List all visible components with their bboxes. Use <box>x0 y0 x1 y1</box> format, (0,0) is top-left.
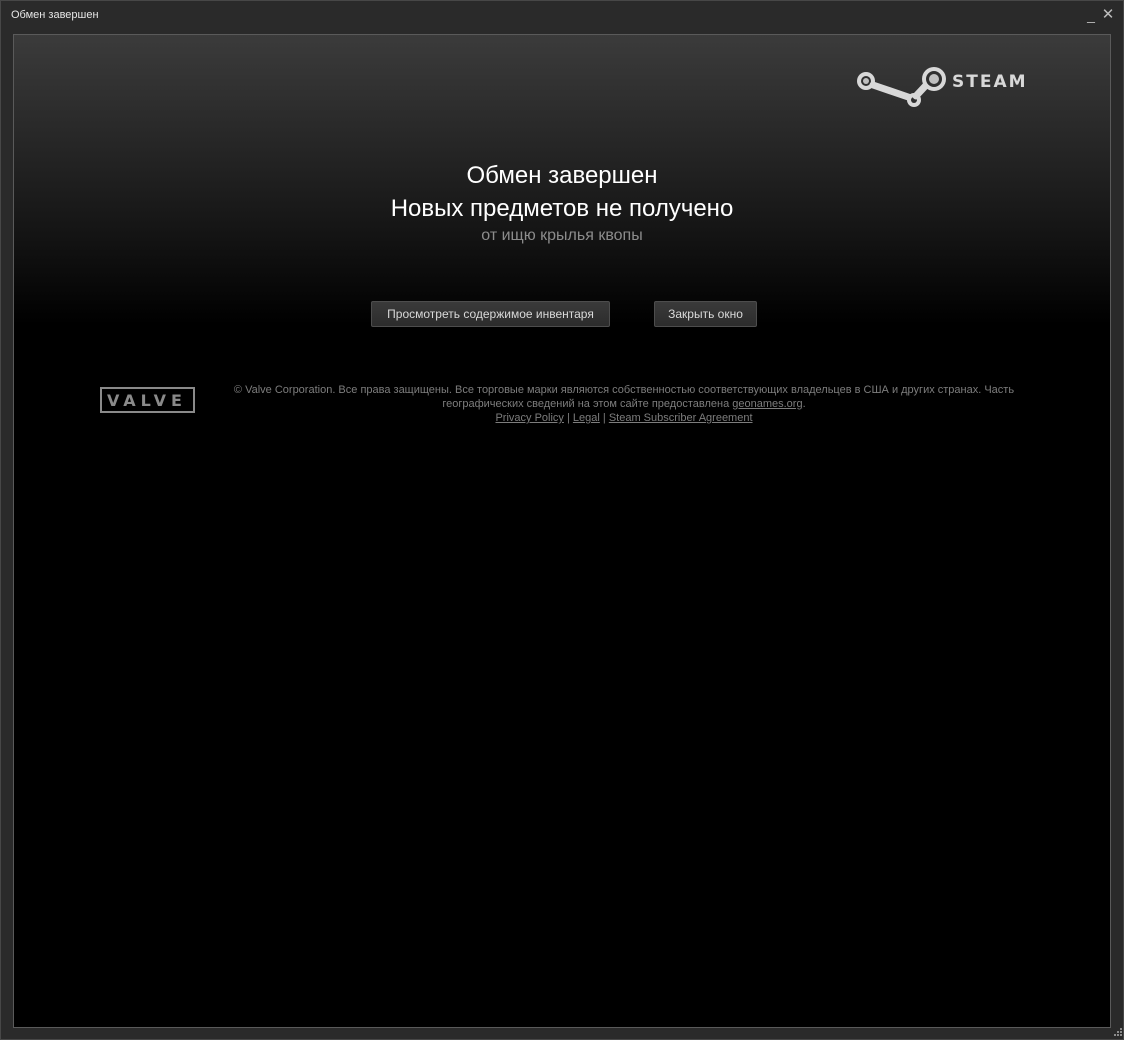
content-panel: STEAM Обмен завершен Новых предметов не … <box>13 34 1111 1028</box>
footer: © Valve Corporation. Все права защищены.… <box>214 383 1034 425</box>
minimize-icon[interactable]: _ <box>1083 6 1099 24</box>
privacy-policy-link[interactable]: Privacy Policy <box>495 412 563 424</box>
steam-logo-text: STEAM <box>952 72 1028 92</box>
valve-logo-text: VALVE <box>107 391 187 410</box>
geonames-link[interactable]: geonames.org <box>732 398 802 410</box>
title-bar[interactable]: Обмен завершен _ ✕ <box>1 1 1123 31</box>
view-inventory-button[interactable]: Просмотреть содержимое инвентаря <box>371 301 610 327</box>
trade-complete-window: Обмен завершен _ ✕ STEAM Обмен завершен … <box>0 0 1124 1040</box>
footer-period: . <box>802 398 806 410</box>
footer-separator: | <box>602 412 606 424</box>
legal-link[interactable]: Legal <box>573 412 600 424</box>
close-window-button[interactable]: Закрыть окно <box>654 301 757 327</box>
trade-status: Новых предметов не получено <box>390 195 734 222</box>
window-title: Обмен завершен <box>11 9 99 21</box>
copyright-text: © Valve Corporation. Все права защищены.… <box>233 384 1015 410</box>
valve-logo: VALVE <box>100 387 195 413</box>
resize-grip-icon[interactable] <box>1111 1027 1123 1039</box>
close-icon[interactable]: ✕ <box>1100 6 1116 24</box>
steam-logo: STEAM <box>857 67 1028 107</box>
subscriber-agreement-link[interactable]: Steam Subscriber Agreement <box>609 412 753 424</box>
page-title: Обмен завершен <box>466 162 658 189</box>
footer-separator: | <box>567 412 570 424</box>
trade-partner: от ищю крылья квопы <box>481 227 643 244</box>
